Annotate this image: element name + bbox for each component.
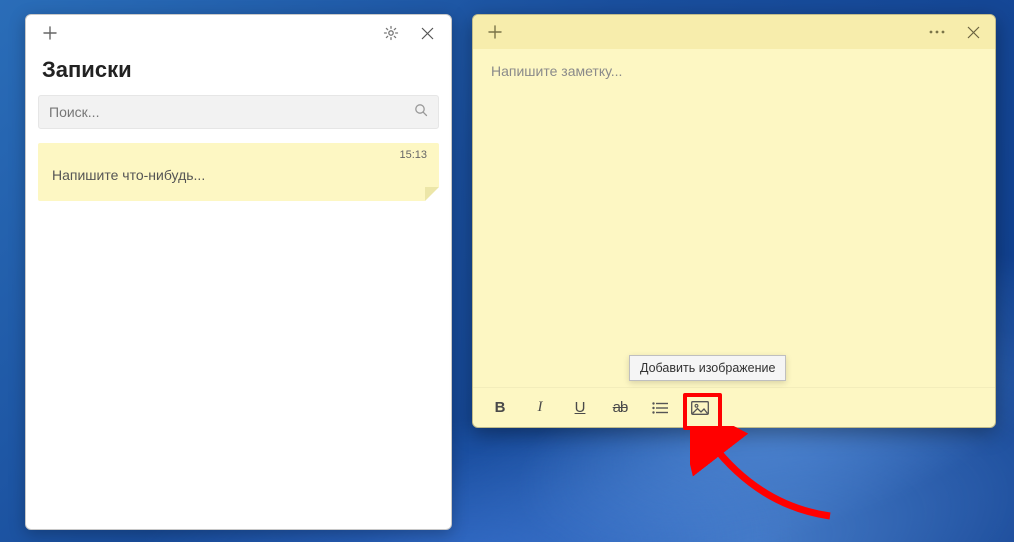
note-body[interactable]: Напишите заметку... Добавить изображение (473, 49, 995, 387)
note-placeholder: Напишите заметку... (491, 63, 977, 79)
note-fold-corner (425, 187, 439, 201)
format-toolbar: B I U ab (473, 387, 995, 427)
underline-button[interactable]: U (561, 392, 599, 424)
search-icon (414, 103, 428, 122)
tooltip-add-image: Добавить изображение (629, 355, 786, 381)
app-title: Записки (26, 51, 451, 95)
new-note-button-editor[interactable] (477, 14, 513, 50)
close-list-button[interactable] (409, 15, 445, 51)
close-icon (967, 26, 980, 39)
note-editor-window: Напишите заметку... Добавить изображение… (472, 14, 996, 428)
note-preview: Напишите что-нибудь... (52, 153, 425, 183)
plus-icon (43, 26, 57, 40)
search-input[interactable] (49, 104, 414, 120)
more-icon (929, 30, 945, 34)
note-titlebar (473, 15, 995, 49)
new-note-button[interactable] (32, 15, 68, 51)
plus-icon (488, 25, 502, 39)
bullet-list-button[interactable] (641, 392, 679, 424)
note-menu-button[interactable] (919, 14, 955, 50)
bold-button[interactable]: B (481, 392, 519, 424)
image-icon (691, 401, 709, 415)
strikethrough-button[interactable]: ab (601, 392, 639, 424)
note-timestamp: 15:13 (399, 149, 427, 161)
italic-button[interactable]: I (521, 392, 559, 424)
add-image-button[interactable] (681, 392, 719, 424)
notes-list-window: Записки 15:13 Напишите что-нибудь... (25, 14, 452, 530)
settings-button[interactable] (373, 15, 409, 51)
list-titlebar (26, 15, 451, 51)
search-field[interactable] (38, 95, 439, 129)
gear-icon (383, 25, 399, 41)
close-note-button[interactable] (955, 14, 991, 50)
close-icon (421, 27, 434, 40)
note-card[interactable]: 15:13 Напишите что-нибудь... (38, 143, 439, 201)
list-icon (652, 402, 668, 414)
